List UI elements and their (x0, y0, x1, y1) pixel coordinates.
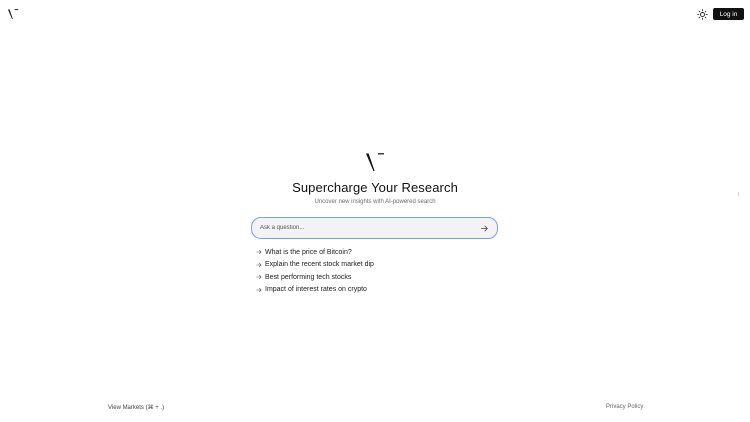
view-markets-link[interactable]: View Markets (⌘ + .) (108, 404, 164, 411)
search-box[interactable] (251, 217, 498, 239)
page-subtitle: Uncover new insights with AI-powered sea… (314, 199, 436, 205)
page-title: Supercharge Your Research (292, 180, 458, 195)
v-logo-icon[interactable] (7, 8, 19, 20)
arrow-right-icon (256, 275, 262, 280)
arrow-right-icon (256, 287, 262, 292)
arrow-right-icon (256, 250, 262, 255)
suggestion-label: Best performing tech stocks (265, 273, 352, 281)
search-input[interactable] (260, 225, 480, 231)
suggestion-label: What is the price of Bitcoin? (265, 248, 352, 256)
arrow-right-icon (256, 262, 262, 267)
v-logo-icon (366, 153, 384, 171)
suggestion-list: What is the price of Bitcoin? Explain th… (256, 246, 374, 296)
suggestion-item[interactable]: Impact of interest rates on crypto (256, 284, 374, 297)
scroll-indicator (738, 192, 739, 196)
suggestion-label: Impact of interest rates on crypto (265, 286, 367, 294)
privacy-policy-link[interactable]: Privacy Policy (606, 404, 643, 410)
suggestion-item[interactable]: Explain the recent stock market dip (256, 259, 374, 272)
login-button[interactable]: Log in (713, 8, 744, 20)
sun-icon[interactable] (697, 9, 708, 20)
suggestion-item[interactable]: What is the price of Bitcoin? (256, 246, 374, 259)
suggestion-item[interactable]: Best performing tech stocks (256, 271, 374, 284)
suggestion-label: Explain the recent stock market dip (265, 261, 374, 269)
arrow-right-icon[interactable] (480, 224, 489, 233)
